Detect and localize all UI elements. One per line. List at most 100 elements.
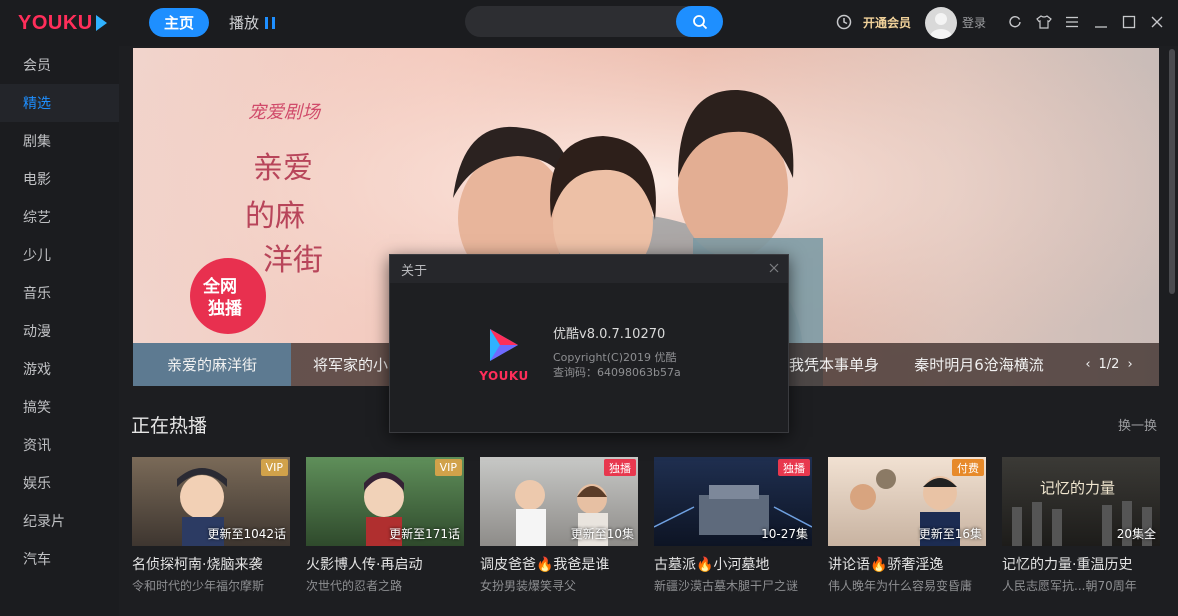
- card-badge: 独播: [778, 459, 810, 476]
- youku-play-icon: [490, 329, 518, 361]
- banner-tab-2[interactable]: 将军家的小: [291, 343, 401, 386]
- card-thumbnail[interactable]: VIP 更新至1042话: [132, 457, 290, 546]
- sidebar-item-auto[interactable]: 汽车: [0, 540, 119, 578]
- svg-text:的麻: 的麻: [245, 199, 305, 234]
- card-episode: 20集全: [1116, 527, 1156, 541]
- card-episode: 更新至10集: [570, 527, 634, 541]
- svg-text:洋街: 洋街: [263, 243, 323, 278]
- copyright-text: Copyright(C)2019 优酷: [553, 351, 677, 364]
- brand-text: YOUKU: [18, 11, 93, 34]
- search-button[interactable]: [676, 6, 723, 37]
- refresh-button[interactable]: 换一换: [1118, 415, 1157, 434]
- video-card[interactable]: 独播 10-27集 古墓派🔥小河墓地 新疆沙漠古墓木腿干尸之谜: [654, 457, 812, 594]
- card-subtitle: 新疆沙漠古墓木腿干尸之谜: [654, 579, 799, 593]
- menu-icon[interactable]: [1064, 14, 1080, 30]
- card-title[interactable]: 讲论语🔥骄奢淫逸: [828, 554, 986, 574]
- card-thumbnail[interactable]: 付费 更新至16集: [828, 457, 986, 546]
- card-episode: 更新至16集: [918, 527, 982, 541]
- sidebar-item-movies[interactable]: 电影: [0, 160, 119, 198]
- prev-arrow-icon[interactable]: ‹: [1085, 357, 1090, 372]
- card-thumbnail[interactable]: 记忆的力量 20集全: [1002, 457, 1160, 546]
- skin-icon[interactable]: [1036, 14, 1052, 30]
- pause-icon: [265, 16, 276, 29]
- user-icon: [930, 13, 952, 39]
- login-link[interactable]: 登录: [962, 14, 986, 30]
- card-title[interactable]: 调皮爸爸🔥我爸是谁: [480, 554, 638, 574]
- refresh-icon[interactable]: [1007, 14, 1023, 30]
- card-badge: VIP: [260, 459, 288, 476]
- history-icon[interactable]: [835, 13, 853, 31]
- thumbnail-caption: 记忆的力量: [1040, 479, 1116, 497]
- nav-play-button[interactable]: 播放: [229, 12, 276, 33]
- card-subtitle: 女扮男装爆笑寻父: [480, 579, 577, 593]
- open-vip-button[interactable]: 开通会员: [863, 13, 911, 31]
- card-badge: 独播: [604, 459, 636, 476]
- search-icon: [692, 14, 707, 29]
- card-title[interactable]: 古墓派🔥小河墓地: [654, 554, 812, 574]
- sidebar-item-news[interactable]: 资讯: [0, 426, 119, 464]
- app-version: 优酷v8.0.7.10270: [553, 327, 666, 342]
- sidebar-item-funny[interactable]: 搞笑: [0, 388, 119, 426]
- card-thumbnail[interactable]: VIP 更新至171话: [306, 457, 464, 546]
- next-arrow-icon[interactable]: ›: [1127, 357, 1132, 372]
- avatar[interactable]: [925, 7, 957, 39]
- sidebar-item-kids[interactable]: 少儿: [0, 236, 119, 274]
- card-episode: 10-27集: [761, 527, 808, 541]
- play-triangle-icon: [95, 15, 107, 31]
- video-card[interactable]: 独播 更新至10集 调皮爸爸🔥我爸是谁 女扮男装爆笑寻父: [480, 457, 638, 594]
- svg-text:宠爱剧场: 宠爱剧场: [248, 102, 322, 123]
- card-episode: 更新至171话: [389, 527, 460, 541]
- banner-tab-4[interactable]: 秦时明月6沧海横流: [899, 343, 1059, 386]
- sidebar-item-games[interactable]: 游戏: [0, 350, 119, 388]
- sidebar-item-variety[interactable]: 综艺: [0, 198, 119, 236]
- sidebar: 会员 精选 剧集 电影 综艺 少儿 音乐 动漫 游戏 搞笑 资讯 娱乐 纪录片 …: [0, 46, 119, 616]
- card-title[interactable]: 记忆的力量·重温历史: [1002, 554, 1160, 574]
- about-dialog: 关于 YOUKU 优酷v8.0.7.10270 Copyright(C)2019…: [389, 254, 789, 433]
- card-title[interactable]: 火影博人传·再启动: [306, 554, 464, 574]
- video-card[interactable]: VIP 更新至1042话 名侦探柯南·烧脑来袭 令和时代的少年福尔摩斯: [132, 457, 290, 594]
- nav-home-button[interactable]: 主页: [149, 8, 209, 37]
- maximize-icon[interactable]: [1121, 14, 1137, 30]
- card-badge: VIP: [434, 459, 462, 476]
- query-code: 查询码：64098063b57a: [553, 366, 681, 379]
- minimize-icon[interactable]: [1093, 14, 1109, 30]
- about-info: 优酷v8.0.7.10270 Copyright(C)2019 优酷 查询码：6…: [553, 323, 681, 379]
- sidebar-item-entertainment[interactable]: 娱乐: [0, 464, 119, 502]
- dialog-header: 关于: [390, 255, 788, 283]
- svg-text:独播: 独播: [208, 298, 243, 319]
- banner-tab-1[interactable]: 亲爱的麻洋街: [133, 343, 291, 386]
- dialog-close-icon[interactable]: [768, 262, 780, 274]
- scrollbar-thumb[interactable]: [1169, 49, 1175, 294]
- pager-text: 1/2: [1098, 357, 1120, 372]
- video-card[interactable]: 记忆的力量 20集全 记忆的力量·重温历史 人民志愿军抗...朝70周年: [1002, 457, 1160, 594]
- youku-app-logo: YOUKU: [478, 325, 530, 385]
- title-bar: YOUKU 主页 播放 开通会员 登录: [0, 0, 1178, 46]
- sidebar-item-anime[interactable]: 动漫: [0, 312, 119, 350]
- card-thumbnail[interactable]: 独播 10-27集: [654, 457, 812, 546]
- video-card[interactable]: 付费 更新至16集 讲论语🔥骄奢淫逸 伟人晚年为什么容易变昏庸: [828, 457, 986, 594]
- svg-text:亲爱: 亲爱: [253, 151, 313, 186]
- sidebar-item-series[interactable]: 剧集: [0, 122, 119, 160]
- sidebar-item-featured[interactable]: 精选: [0, 84, 119, 122]
- banner-pager: ‹ 1/2 ›: [1059, 343, 1159, 386]
- sidebar-item-documentary[interactable]: 纪录片: [0, 502, 119, 540]
- logo-text: YOUKU: [479, 369, 529, 383]
- nav-play-label: 播放: [229, 14, 260, 32]
- dialog-title: 关于: [401, 263, 428, 279]
- sidebar-item-music[interactable]: 音乐: [0, 274, 119, 312]
- card-episode: 更新至1042话: [207, 527, 286, 541]
- card-subtitle: 伟人晚年为什么容易变昏庸: [828, 579, 973, 593]
- close-icon[interactable]: [1149, 14, 1165, 30]
- sidebar-item-vip[interactable]: 会员: [0, 46, 119, 84]
- youku-logo[interactable]: YOUKU: [18, 11, 107, 35]
- svg-text:全网: 全网: [202, 276, 237, 297]
- card-subtitle: 次世代的忍者之路: [306, 579, 403, 593]
- card-title[interactable]: 名侦探柯南·烧脑来袭: [132, 554, 290, 574]
- card-thumbnail[interactable]: 独播 更新至10集: [480, 457, 638, 546]
- video-card[interactable]: VIP 更新至171话 火影博人传·再启动 次世代的忍者之路: [306, 457, 464, 594]
- scrollbar[interactable]: [1166, 46, 1178, 616]
- card-subtitle: 人民志愿军抗...朝70周年: [1002, 579, 1137, 593]
- section-title: 正在热播: [131, 415, 208, 437]
- card-badge: 付费: [952, 459, 984, 476]
- card-subtitle: 令和时代的少年福尔摩斯: [132, 579, 265, 593]
